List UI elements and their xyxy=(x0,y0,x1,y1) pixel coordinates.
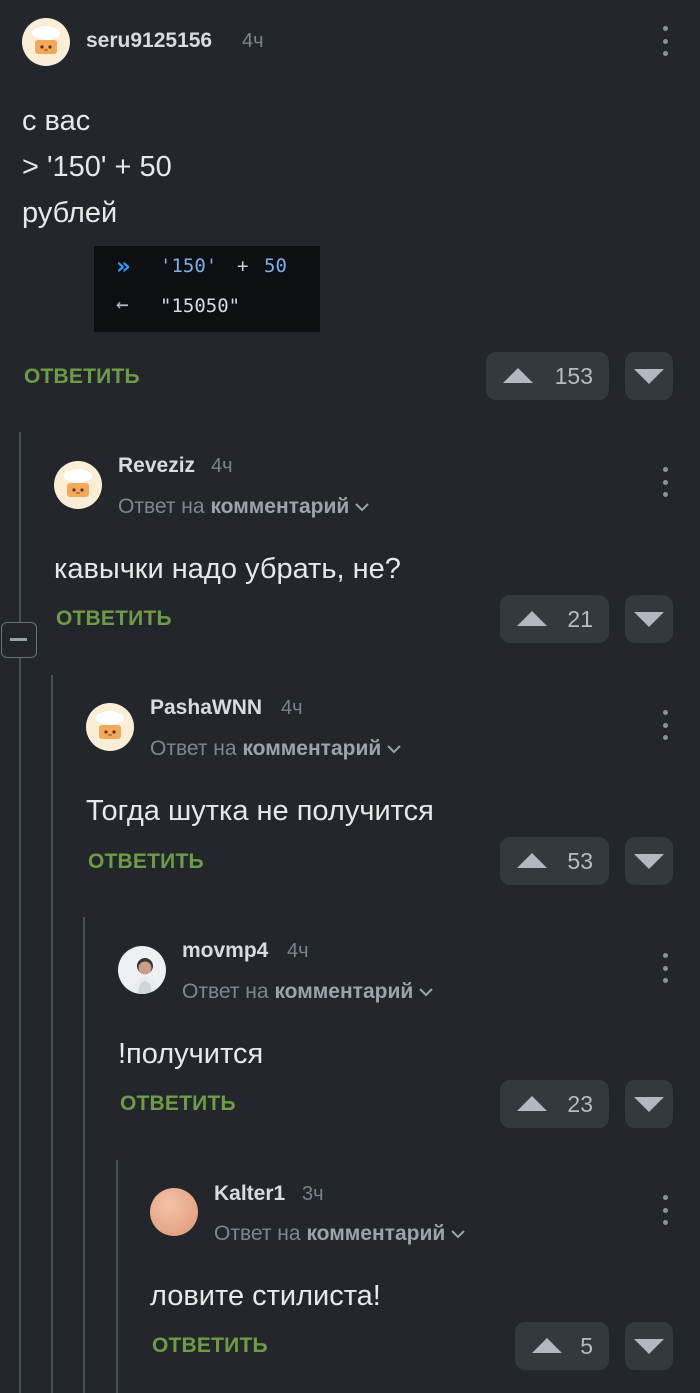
avatar[interactable] xyxy=(54,461,102,509)
post-text-line-2: > '150' + 50 xyxy=(22,151,172,183)
upvote-button[interactable]: 153 xyxy=(486,352,609,400)
timestamp: 4ч xyxy=(281,697,303,719)
triangle-down-icon xyxy=(634,1339,664,1354)
comment-text: кавычки надо убрать, не? xyxy=(54,553,401,585)
console-output-value: "15050" xyxy=(160,295,241,317)
upvote-button[interactable]: 23 xyxy=(500,1080,609,1128)
chef-hat-avatar-icon xyxy=(22,18,70,66)
triangle-up-icon xyxy=(517,853,547,868)
console-input-operator: + xyxy=(237,255,249,277)
chef-hat-avatar-icon xyxy=(86,703,134,751)
username[interactable]: movmp4 xyxy=(182,939,268,963)
triangle-up-icon xyxy=(532,1338,562,1353)
triangle-down-icon xyxy=(634,854,664,869)
thread-line-level-3 xyxy=(83,917,85,1393)
reply-to-link[interactable]: Ответ на комментарий xyxy=(214,1222,465,1246)
downvote-button[interactable] xyxy=(625,1080,673,1128)
reply-to-target[interactable]: комментарий xyxy=(210,495,349,518)
username[interactable]: seru9125156 xyxy=(86,29,212,53)
chef-hat-avatar-icon xyxy=(54,461,102,509)
timestamp: 3ч xyxy=(302,1183,324,1205)
vote-count: 21 xyxy=(567,605,593,632)
triangle-up-icon xyxy=(517,1096,547,1111)
reply-to-target[interactable]: комментарий xyxy=(274,980,413,1003)
reply-button[interactable]: ОТВЕТИТЬ xyxy=(56,607,172,631)
comment-text: ловите стилиста! xyxy=(150,1280,381,1312)
vote-count: 5 xyxy=(580,1332,593,1359)
kebab-menu-icon[interactable] xyxy=(658,26,672,56)
upvote-button[interactable]: 5 xyxy=(515,1322,609,1370)
downvote-button[interactable] xyxy=(625,837,673,885)
username[interactable]: Reveziz xyxy=(118,454,195,478)
console-screenshot-image[interactable]: » '150' + 50 ← "15050" xyxy=(94,246,320,332)
triangle-up-icon xyxy=(517,611,547,626)
downvote-button[interactable] xyxy=(625,352,673,400)
console-output-arrow-icon: ← xyxy=(116,292,129,316)
user-photo-avatar-icon xyxy=(118,946,166,994)
avatar[interactable] xyxy=(22,18,70,66)
upvote-button[interactable]: 21 xyxy=(500,595,609,643)
triangle-down-icon xyxy=(634,612,664,627)
reply-to-link[interactable]: Ответ на комментарий xyxy=(182,980,433,1004)
vote-count: 53 xyxy=(567,847,593,874)
kebab-menu-icon[interactable] xyxy=(658,467,672,497)
reply-to-link[interactable]: Ответ на комментарий xyxy=(118,495,369,519)
post-text-line-3: рублей xyxy=(22,197,118,229)
console-input-chevron-icon: » xyxy=(116,252,131,280)
comment-text: Тогда шутка не получится xyxy=(86,795,434,827)
downvote-button[interactable] xyxy=(625,1322,673,1370)
reply-to-prefix: Ответ на xyxy=(214,1222,301,1245)
avatar[interactable] xyxy=(86,703,134,751)
console-input-string: '150' xyxy=(160,255,218,277)
post-text-line-1: с вас xyxy=(22,105,91,137)
timestamp: 4ч xyxy=(287,940,309,962)
timestamp: 4ч xyxy=(242,30,264,52)
thread-line-level-4 xyxy=(116,1160,118,1393)
chevron-down-icon[interactable] xyxy=(355,503,369,512)
reply-to-target[interactable]: комментарий xyxy=(242,737,381,760)
reply-to-prefix: Ответ на xyxy=(150,737,237,760)
chevron-down-icon[interactable] xyxy=(451,1230,465,1239)
peach-avatar-icon xyxy=(150,1188,198,1236)
chevron-down-icon[interactable] xyxy=(419,988,433,997)
reply-to-prefix: Ответ на xyxy=(118,495,205,518)
kebab-menu-icon[interactable] xyxy=(658,1195,672,1225)
avatar[interactable] xyxy=(150,1188,198,1236)
kebab-menu-icon[interactable] xyxy=(658,953,672,983)
timestamp: 4ч xyxy=(211,455,233,477)
reply-button[interactable]: ОТВЕТИТЬ xyxy=(152,1334,268,1358)
thread-line-level-1 xyxy=(19,432,21,1393)
console-input-number: 50 xyxy=(264,255,287,277)
username[interactable]: Kalter1 xyxy=(214,1182,285,1206)
collapse-thread-button[interactable] xyxy=(1,622,37,658)
avatar[interactable] xyxy=(118,946,166,994)
username[interactable]: PashaWNN xyxy=(150,696,262,720)
kebab-menu-icon[interactable] xyxy=(658,710,672,740)
reply-to-link[interactable]: Ответ на комментарий xyxy=(150,737,401,761)
vote-count: 153 xyxy=(554,362,593,389)
thread-line-level-2 xyxy=(51,675,53,1393)
triangle-down-icon xyxy=(634,1097,664,1112)
minus-icon xyxy=(10,638,27,641)
downvote-button[interactable] xyxy=(625,595,673,643)
triangle-down-icon xyxy=(634,369,664,384)
reply-button[interactable]: ОТВЕТИТЬ xyxy=(24,365,140,389)
reply-to-target[interactable]: комментарий xyxy=(306,1222,445,1245)
reply-button[interactable]: ОТВЕТИТЬ xyxy=(120,1092,236,1116)
triangle-up-icon xyxy=(503,368,533,383)
vote-count: 23 xyxy=(567,1090,593,1117)
comment-text: !получится xyxy=(118,1038,264,1070)
chevron-down-icon[interactable] xyxy=(387,745,401,754)
reply-button[interactable]: ОТВЕТИТЬ xyxy=(88,850,204,874)
reply-to-prefix: Ответ на xyxy=(182,980,269,1003)
upvote-button[interactable]: 53 xyxy=(500,837,609,885)
